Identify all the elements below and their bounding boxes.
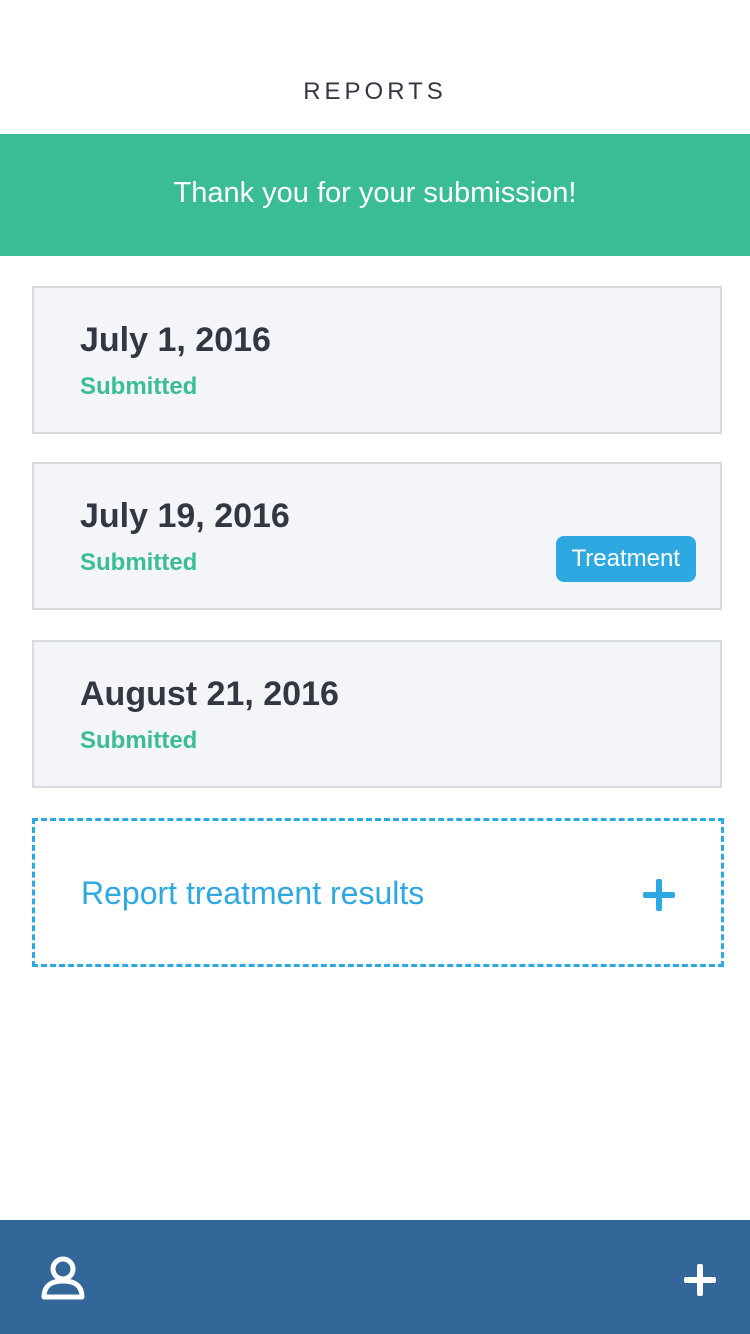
- plus-icon: [643, 879, 675, 911]
- plus-icon[interactable]: [682, 1262, 718, 1298]
- report-date: July 1, 2016: [80, 321, 271, 359]
- profile-icon[interactable]: [40, 1255, 86, 1301]
- report-card-july-19[interactable]: July 19, 2016 Submitted Treatment: [32, 462, 722, 610]
- reports-screen: REPORTS Thank you for your submission! J…: [0, 0, 750, 1334]
- banner-message: Thank you for your submission!: [173, 177, 577, 209]
- report-treatment-results-button[interactable]: Report treatment results: [32, 818, 724, 967]
- report-treatment-results-label: Report treatment results: [81, 875, 425, 911]
- success-banner: Thank you for your submission!: [0, 134, 750, 256]
- report-date: July 19, 2016: [80, 497, 290, 535]
- report-status: Submitted: [80, 727, 198, 754]
- report-card-august-21[interactable]: August 21, 2016 Submitted: [32, 640, 722, 788]
- bottom-nav-bar: [0, 1220, 750, 1334]
- treatment-badge: Treatment: [555, 536, 696, 582]
- header: REPORTS: [0, 0, 750, 134]
- report-status: Submitted: [80, 549, 198, 576]
- report-card-july-1[interactable]: July 1, 2016 Submitted: [32, 286, 722, 434]
- report-date: August 21, 2016: [80, 675, 339, 713]
- report-status: Submitted: [80, 373, 198, 400]
- page-title: REPORTS: [303, 78, 447, 105]
